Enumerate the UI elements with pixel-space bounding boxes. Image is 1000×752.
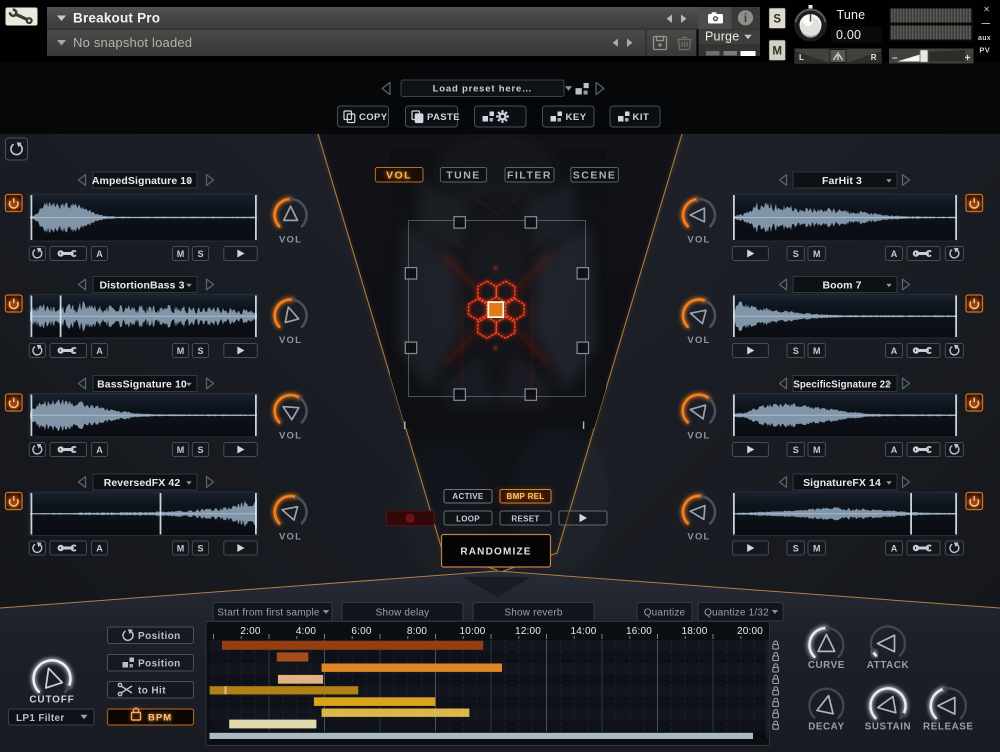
- svg-text:S: S: [793, 543, 799, 553]
- svg-text:BPM: BPM: [148, 713, 172, 724]
- svg-text:A: A: [96, 445, 103, 455]
- svg-text:Breakout Pro: Breakout Pro: [73, 11, 160, 26]
- svg-text:SignatureFX 14: SignatureFX 14: [803, 477, 881, 489]
- svg-text:BMP REL: BMP REL: [507, 492, 545, 501]
- svg-text:KIT: KIT: [633, 112, 650, 123]
- svg-text:R: R: [871, 53, 877, 62]
- svg-text:DECAY: DECAY: [808, 722, 844, 733]
- svg-text:KEY: KEY: [566, 112, 587, 123]
- svg-text:S: S: [197, 249, 203, 259]
- svg-text:AmpedSignature 10: AmpedSignature 10: [92, 175, 192, 187]
- svg-text:Position: Position: [138, 659, 181, 670]
- svg-text:to Hit: to Hit: [138, 686, 166, 697]
- svg-text:20:00: 20:00: [737, 626, 763, 637]
- svg-text:Tune: Tune: [837, 8, 866, 22]
- svg-text:VOL: VOL: [279, 235, 302, 246]
- svg-text:FILTER: FILTER: [507, 169, 552, 181]
- svg-text:FarHit 3: FarHit 3: [822, 175, 862, 187]
- svg-text:VOL: VOL: [279, 532, 302, 543]
- svg-text:PV: PV: [979, 46, 990, 55]
- svg-text:VOL: VOL: [279, 335, 302, 346]
- svg-text:S: S: [197, 445, 203, 455]
- svg-text:Boom 7: Boom 7: [822, 280, 861, 292]
- svg-text:LOOP: LOOP: [456, 514, 480, 523]
- svg-text:–: –: [892, 53, 898, 64]
- svg-text:S: S: [793, 249, 799, 259]
- svg-text:RANDOMIZE: RANDOMIZE: [460, 547, 531, 558]
- svg-text:M: M: [177, 543, 185, 553]
- svg-text:Purge: Purge: [705, 30, 739, 44]
- svg-text:VOL: VOL: [687, 335, 710, 346]
- svg-text:VOL: VOL: [687, 532, 710, 543]
- svg-text:M: M: [813, 543, 821, 553]
- svg-text:2:00: 2:00: [240, 626, 261, 637]
- svg-text:CUTOFF: CUTOFF: [29, 695, 74, 706]
- svg-text:12:00: 12:00: [515, 626, 541, 637]
- svg-text:A: A: [891, 445, 898, 455]
- svg-text:TUNE: TUNE: [446, 169, 481, 181]
- svg-text:A: A: [891, 543, 898, 553]
- svg-text:✕: ✕: [983, 5, 990, 14]
- svg-text:RELEASE: RELEASE: [923, 722, 973, 733]
- svg-text:S: S: [793, 445, 799, 455]
- svg-text:Load preset here…: Load preset here…: [433, 84, 533, 95]
- svg-text:Position: Position: [138, 631, 181, 642]
- svg-text:Start from first sample: Start from first sample: [217, 608, 320, 619]
- svg-text:10:00: 10:00: [459, 626, 485, 637]
- svg-text:aux: aux: [978, 35, 991, 42]
- svg-text:M: M: [177, 346, 185, 356]
- svg-text:VOL: VOL: [386, 169, 412, 181]
- svg-text:6:00: 6:00: [351, 626, 372, 637]
- svg-text:A: A: [891, 249, 898, 259]
- svg-text:14:00: 14:00: [570, 626, 596, 637]
- svg-text:SCENE: SCENE: [573, 169, 617, 181]
- svg-text:i: i: [744, 13, 747, 25]
- svg-text:S: S: [197, 543, 203, 553]
- svg-text:0.00: 0.00: [836, 28, 861, 42]
- svg-text:M: M: [772, 46, 782, 58]
- svg-text:—: —: [982, 18, 991, 28]
- svg-text:RESET: RESET: [511, 514, 539, 523]
- svg-text:8:00: 8:00: [407, 626, 428, 637]
- svg-text:+: +: [965, 53, 971, 64]
- svg-text:ATTACK: ATTACK: [867, 660, 909, 671]
- svg-text:4:00: 4:00: [296, 626, 317, 637]
- svg-text:M: M: [813, 445, 821, 455]
- svg-text:M: M: [813, 249, 821, 259]
- svg-text:VOL: VOL: [687, 235, 710, 246]
- svg-text:BassSignature 10: BassSignature 10: [97, 379, 187, 391]
- svg-text:Show delay: Show delay: [376, 608, 430, 619]
- svg-text:A: A: [96, 249, 103, 259]
- svg-text:18:00: 18:00: [681, 626, 707, 637]
- svg-text:SUSTAIN: SUSTAIN: [865, 722, 911, 733]
- svg-text:COPY: COPY: [359, 112, 388, 123]
- svg-text:SpecificSignature 22: SpecificSignature 22: [793, 380, 890, 391]
- svg-text:VOL: VOL: [279, 431, 302, 442]
- svg-text:A: A: [96, 346, 103, 356]
- svg-text:M: M: [177, 249, 185, 259]
- svg-text:M: M: [177, 445, 185, 455]
- svg-text:M: M: [813, 346, 821, 356]
- svg-text:L: L: [799, 53, 804, 62]
- svg-text:Quantize: Quantize: [644, 608, 686, 619]
- svg-text:ACTIVE: ACTIVE: [452, 492, 483, 501]
- svg-text:PASTE: PASTE: [427, 112, 460, 123]
- svg-text:S: S: [197, 346, 203, 356]
- svg-text:No snapshot loaded: No snapshot loaded: [73, 35, 192, 50]
- svg-text:Show reverb: Show reverb: [504, 608, 563, 619]
- svg-text:CURVE: CURVE: [808, 660, 845, 671]
- svg-text:Quantize 1/32: Quantize 1/32: [704, 608, 769, 619]
- svg-text:A: A: [891, 346, 898, 356]
- svg-text:A: A: [96, 543, 103, 553]
- svg-text:DistortionBass 3: DistortionBass 3: [99, 280, 184, 292]
- svg-text:S: S: [773, 14, 781, 26]
- svg-text:S: S: [793, 346, 799, 356]
- svg-text:VOL: VOL: [687, 431, 710, 442]
- svg-text:ReversedFX 42: ReversedFX 42: [104, 477, 181, 489]
- svg-text:16:00: 16:00: [626, 626, 652, 637]
- svg-text:LP1 Filter: LP1 Filter: [16, 713, 65, 724]
